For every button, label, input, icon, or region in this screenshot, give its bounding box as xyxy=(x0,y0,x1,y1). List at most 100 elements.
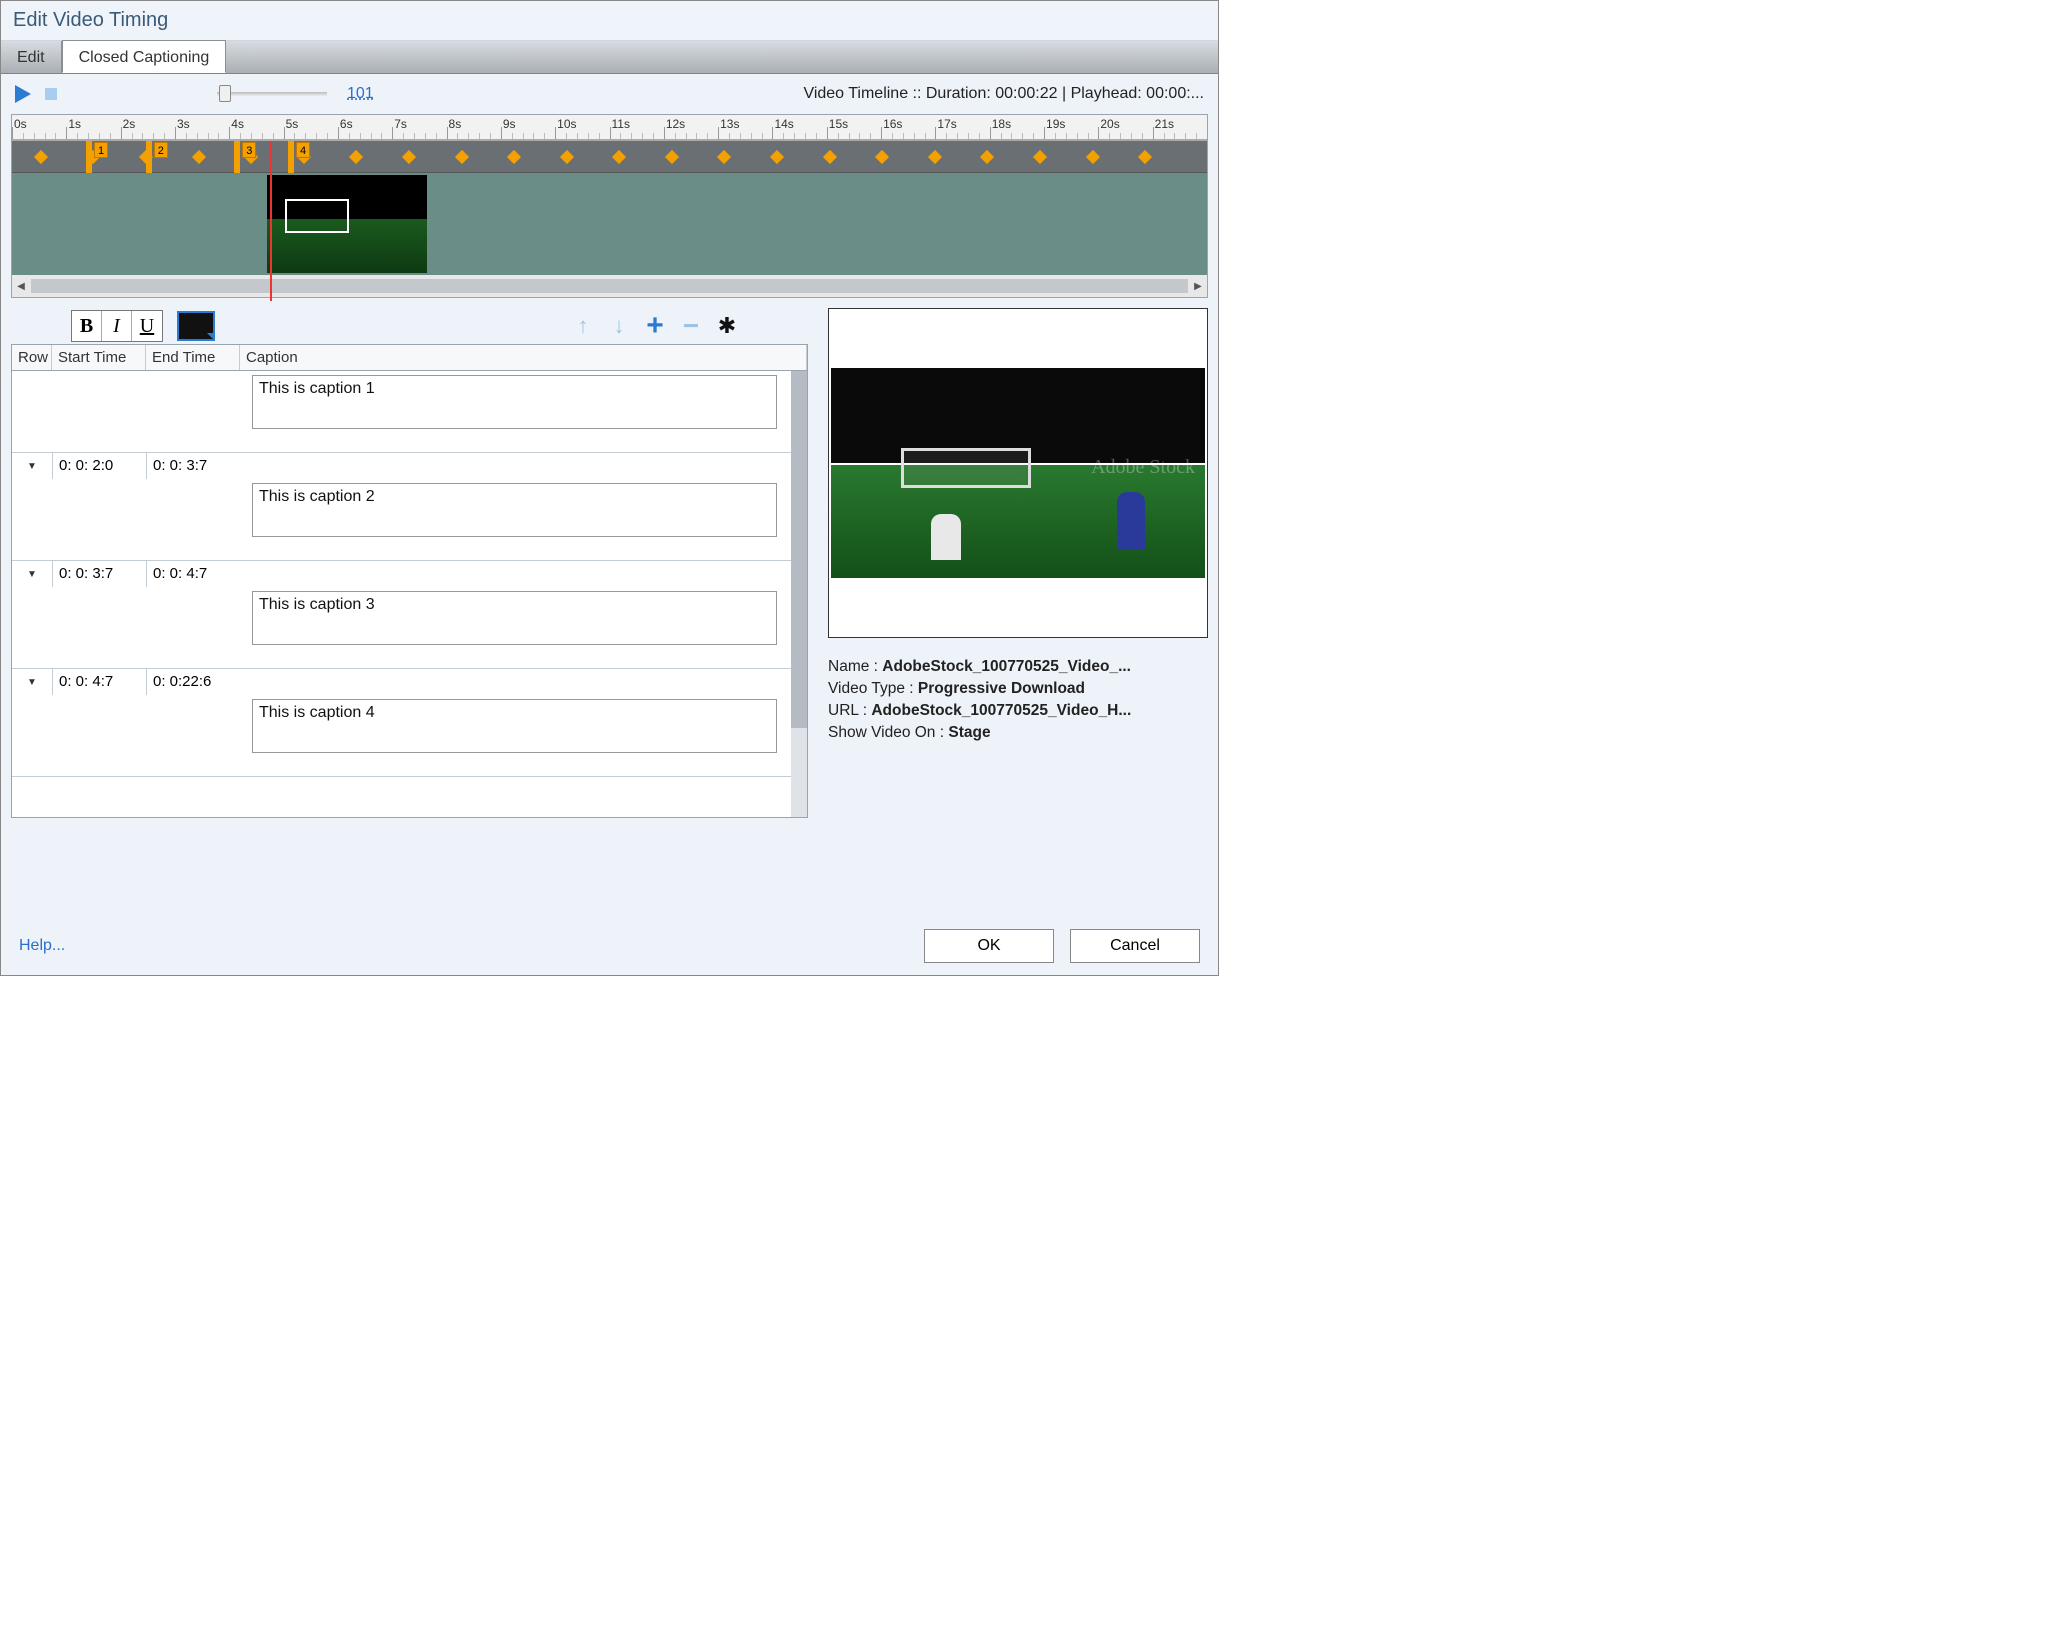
end-time-cell[interactable]: 0: 0: 4:7 xyxy=(146,561,240,587)
zoom-slider-thumb[interactable] xyxy=(219,85,231,102)
dialog-title: Edit Video Timing xyxy=(1,1,1218,41)
ruler-label: 8s xyxy=(449,117,462,131)
v-scroll-thumb[interactable] xyxy=(791,371,807,728)
add-caption-icon[interactable]: + xyxy=(644,315,666,337)
table-row: ▼0: 0: 4:70: 0:22:6 xyxy=(12,669,807,777)
start-time-cell[interactable]: 0: 0: 2:0 xyxy=(52,453,146,479)
caption-marker[interactable]: 4 xyxy=(288,141,294,173)
underline-button[interactable]: U xyxy=(132,311,162,341)
ruler-label: 7s xyxy=(394,117,407,131)
end-time-cell[interactable]: 0: 0: 3:7 xyxy=(146,453,240,479)
display-target-button[interactable] xyxy=(177,311,215,341)
diamond-icon xyxy=(507,150,521,164)
diamond-icon xyxy=(454,150,468,164)
caption-input[interactable] xyxy=(252,375,777,429)
caption-input[interactable] xyxy=(252,699,777,753)
marker-label: 1 xyxy=(94,142,108,158)
scroll-right-icon[interactable]: ▶ xyxy=(1189,277,1207,295)
expand-icon[interactable]: ▼ xyxy=(12,461,52,472)
move-up-icon[interactable]: ↑ xyxy=(572,315,594,337)
tab-closed-captioning[interactable]: Closed Captioning xyxy=(62,40,227,73)
col-start: Start Time xyxy=(52,345,146,370)
table-row xyxy=(12,371,807,453)
diamond-icon xyxy=(34,150,48,164)
ruler-label: 0s xyxy=(14,117,27,131)
col-end: End Time xyxy=(146,345,240,370)
diamond-icon xyxy=(1085,150,1099,164)
marker-label: 2 xyxy=(154,142,168,158)
caption-marker[interactable]: 3 xyxy=(234,141,240,173)
settings-icon[interactable]: ✱ xyxy=(716,315,738,337)
diamond-icon xyxy=(349,150,363,164)
caption-table-header: Row Start Time End Time Caption xyxy=(11,344,808,371)
format-toolbar: B I U ↑ ↓ + − ✱ xyxy=(11,308,808,344)
playback-controls: 101 Video Timeline :: Duration: 00:00:22… xyxy=(1,74,1218,114)
ruler-label: 13s xyxy=(720,117,739,131)
caption-table-body: ▼0: 0: 2:00: 0: 3:7▼0: 0: 3:70: 0: 4:7▼0… xyxy=(11,371,808,818)
cancel-button[interactable]: Cancel xyxy=(1070,929,1200,963)
table-v-scrollbar[interactable] xyxy=(791,371,807,817)
diamond-icon xyxy=(823,150,837,164)
end-time-cell[interactable]: 0: 0:22:6 xyxy=(146,669,240,695)
playhead-icon[interactable] xyxy=(270,141,272,301)
caption-input[interactable] xyxy=(252,591,777,645)
caption-panel: B I U ↑ ↓ + − ✱ Row Start Time End Time … xyxy=(11,308,1208,818)
start-time-cell[interactable]: 0: 0: 4:7 xyxy=(52,669,146,695)
timeline-track[interactable] xyxy=(12,173,1207,275)
start-time-cell[interactable]: 0: 0: 3:7 xyxy=(52,561,146,587)
scroll-left-icon[interactable]: ◀ xyxy=(12,277,30,295)
stop-icon[interactable] xyxy=(45,88,57,100)
timeline: 0s1s2s3s4s5s6s7s8s9s10s11s12s13s14s15s16… xyxy=(11,114,1208,298)
bold-button[interactable]: B xyxy=(72,311,102,341)
diamond-icon xyxy=(770,150,784,164)
play-icon[interactable] xyxy=(15,85,31,103)
preview-metadata: Name : AdobeStock_100770525_Video_... Vi… xyxy=(828,656,1208,744)
timeline-marker-row[interactable]: 1 2 3 4 xyxy=(12,141,1207,173)
ok-button[interactable]: OK xyxy=(924,929,1054,963)
tab-edit[interactable]: Edit xyxy=(1,41,62,73)
ruler-label: 14s xyxy=(774,117,793,131)
diamond-icon xyxy=(192,150,206,164)
meta-show-value: Stage xyxy=(948,724,990,741)
help-link[interactable]: Help... xyxy=(19,937,65,955)
col-caption: Caption xyxy=(240,345,807,370)
clip-thumbnail[interactable] xyxy=(267,175,427,273)
ruler-label: 10s xyxy=(557,117,576,131)
timeline-ruler[interactable]: 0s1s2s3s4s5s6s7s8s9s10s11s12s13s14s15s16… xyxy=(12,115,1207,141)
ruler-label: 15s xyxy=(829,117,848,131)
timeline-h-scrollbar[interactable]: ◀ ▶ xyxy=(12,275,1207,297)
ruler-label: 4s xyxy=(231,117,244,131)
meta-type-value: Progressive Download xyxy=(918,680,1085,697)
ruler-label: 2s xyxy=(123,117,136,131)
expand-icon[interactable]: ▼ xyxy=(12,677,52,688)
diamond-icon xyxy=(875,150,889,164)
dialog-footer: Help... OK Cancel xyxy=(1,917,1218,975)
remove-caption-icon[interactable]: − xyxy=(680,315,702,337)
diamond-icon xyxy=(717,150,731,164)
diamond-icon xyxy=(980,150,994,164)
meta-name-value: AdobeStock_100770525_Video_... xyxy=(882,658,1131,675)
meta-url-value: AdobeStock_100770525_Video_H... xyxy=(871,702,1131,719)
table-row: ▼0: 0: 3:70: 0: 4:7 xyxy=(12,561,807,669)
ruler-label: 5s xyxy=(286,117,299,131)
move-down-icon[interactable]: ↓ xyxy=(608,315,630,337)
expand-icon[interactable]: ▼ xyxy=(12,569,52,580)
h-scroll-thumb[interactable] xyxy=(31,279,1188,293)
zoom-slider[interactable] xyxy=(217,92,327,96)
preview-panel: Adobe Stock Name : AdobeStock_100770525_… xyxy=(828,308,1208,818)
italic-button[interactable]: I xyxy=(102,311,132,341)
caption-marker[interactable]: 2 xyxy=(146,141,152,173)
diamond-icon xyxy=(665,150,679,164)
col-row: Row xyxy=(12,345,52,370)
meta-type-label: Video Type : xyxy=(828,680,914,697)
ruler-label: 6s xyxy=(340,117,353,131)
ruler-label: 17s xyxy=(937,117,956,131)
preview-frame: Adobe Stock xyxy=(828,308,1208,638)
ruler-label: 11s xyxy=(612,117,630,131)
diamond-icon xyxy=(1138,150,1152,164)
caption-input[interactable] xyxy=(252,483,777,537)
zoom-value[interactable]: 101 xyxy=(347,85,374,103)
preview-image: Adobe Stock xyxy=(831,368,1205,578)
caption-table-section: B I U ↑ ↓ + − ✱ Row Start Time End Time … xyxy=(11,308,808,818)
caption-marker[interactable]: 1 xyxy=(86,141,92,173)
